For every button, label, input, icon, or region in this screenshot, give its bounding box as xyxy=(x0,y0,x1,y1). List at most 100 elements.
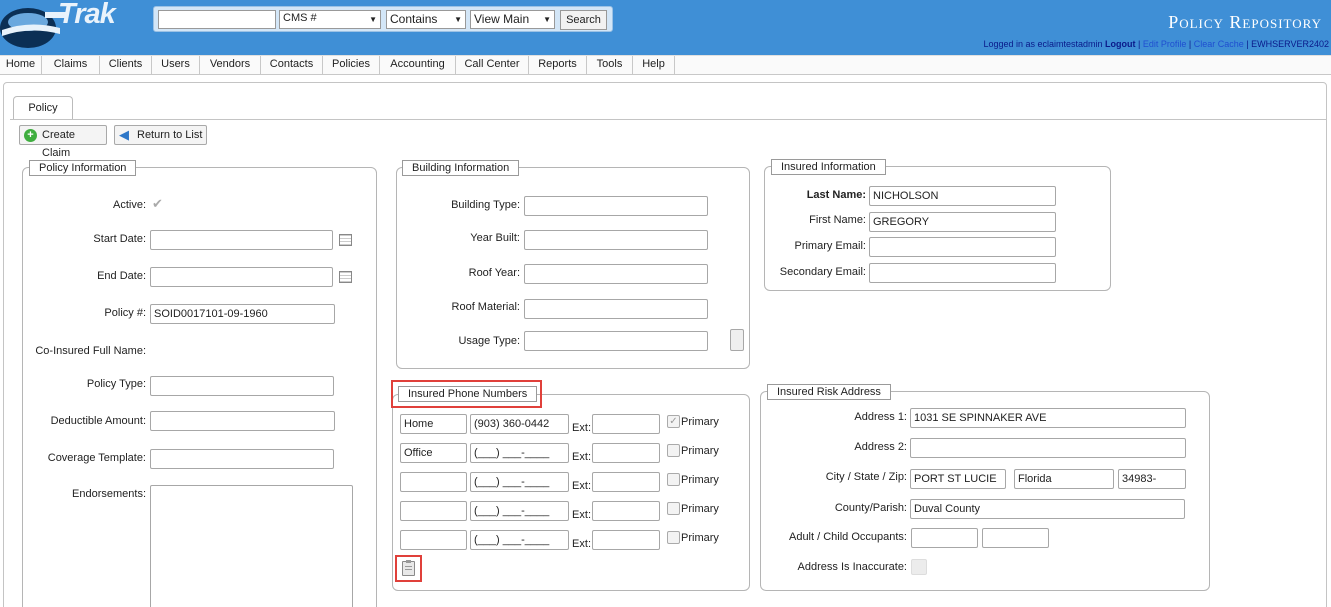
nav-reports[interactable]: Reports xyxy=(529,56,587,75)
primary-checkbox[interactable] xyxy=(667,502,680,515)
nav-policies[interactable]: Policies xyxy=(323,56,380,75)
address-inaccurate-checkbox[interactable] xyxy=(911,559,927,575)
roof-material-input[interactable] xyxy=(524,299,708,319)
calendar-icon[interactable] xyxy=(339,271,352,283)
address-inaccurate-label: Address Is Inaccurate: xyxy=(797,561,907,573)
plus-icon: + xyxy=(24,129,37,142)
secondary-email-label: Secondary Email: xyxy=(779,266,866,278)
phone-type-input[interactable]: Home xyxy=(400,414,467,434)
policy-number-input[interactable]: SOID0017101-09-1960 xyxy=(150,304,335,324)
phone-number-input[interactable]: (903) 360-0442 xyxy=(470,414,569,434)
policy-type-input[interactable] xyxy=(150,376,334,396)
nav-users[interactable]: Users xyxy=(152,56,200,75)
building-type-label: Building Type: xyxy=(451,199,520,211)
roof-year-input[interactable] xyxy=(524,264,708,284)
zip-input[interactable]: 34983- xyxy=(1118,469,1186,489)
primary-checkbox[interactable] xyxy=(667,531,680,544)
usage-type-input[interactable] xyxy=(524,331,708,351)
address1-label: Address 1: xyxy=(854,411,907,423)
server-name: EWHSERVER2402 xyxy=(1251,39,1329,49)
city-input[interactable]: PORT ST LUCIE xyxy=(910,469,1006,489)
start-date-input[interactable] xyxy=(150,230,333,250)
ext-input[interactable] xyxy=(592,472,660,492)
primary-email-label: Primary Email: xyxy=(794,240,866,252)
secondary-email-input[interactable] xyxy=(869,263,1056,283)
create-claim-button[interactable]: + Create Claim xyxy=(19,125,107,159)
endorsements-label: Endorsements: xyxy=(72,488,146,500)
search-button[interactable]: Search xyxy=(560,10,607,30)
adult-occupants-input[interactable] xyxy=(911,528,978,548)
chevron-down-icon: ▼ xyxy=(454,15,462,24)
child-occupants-input[interactable] xyxy=(982,528,1049,548)
phone-number-input[interactable]: (___) ___-____ xyxy=(470,530,569,550)
ext-label: Ext: xyxy=(572,422,591,434)
policy-number-label: Policy #: xyxy=(104,307,146,319)
end-date-label: End Date: xyxy=(97,270,146,282)
year-built-input[interactable] xyxy=(524,230,708,250)
start-date-label: Start Date: xyxy=(93,233,146,245)
primary-label: Primary xyxy=(681,445,719,457)
last-name-label: Last Name: xyxy=(806,189,866,201)
primary-checkbox[interactable] xyxy=(667,444,680,457)
primary-label: Primary xyxy=(681,532,719,544)
ext-input[interactable] xyxy=(592,501,660,521)
phone-type-input[interactable] xyxy=(400,472,467,492)
search-field-select[interactable]: CMS # ▼ xyxy=(279,10,381,29)
edit-profile-link[interactable]: Edit Profile xyxy=(1143,39,1187,49)
ext-label: Ext: xyxy=(572,509,591,521)
insured-information-legend: Insured Information xyxy=(771,159,886,175)
view-select[interactable]: View Main ▼ xyxy=(470,10,555,29)
clear-cache-link[interactable]: Clear Cache xyxy=(1194,39,1244,49)
end-date-input[interactable] xyxy=(150,267,333,287)
deductible-label: Deductible Amount: xyxy=(50,415,146,427)
nav-vendors[interactable]: Vendors xyxy=(200,56,261,75)
address1-input[interactable]: 1031 SE SPINNAKER AVE xyxy=(910,408,1186,428)
coverage-template-input[interactable] xyxy=(150,449,334,469)
nav-contacts[interactable]: Contacts xyxy=(261,56,323,75)
calendar-icon[interactable] xyxy=(339,234,352,246)
etrak-logo[interactable]: Trak xyxy=(0,0,140,55)
ext-input[interactable] xyxy=(592,443,660,463)
logout-link[interactable]: Logout xyxy=(1105,39,1136,49)
nav-call-center[interactable]: Call Center xyxy=(456,56,529,75)
phone-number-input[interactable]: (___) ___-____ xyxy=(470,472,569,492)
endorsements-textarea[interactable] xyxy=(150,485,353,607)
user-info: Logged in as eclaimtestadmin Logout | Ed… xyxy=(983,39,1329,49)
primary-checkbox[interactable]: ✓ xyxy=(667,415,680,428)
search-input[interactable] xyxy=(158,10,276,29)
ext-input[interactable] xyxy=(592,530,660,550)
phone-number-input[interactable]: (___) ___-____ xyxy=(470,501,569,521)
primary-email-input[interactable] xyxy=(869,237,1056,257)
address2-input[interactable] xyxy=(910,438,1186,458)
phone-type-input[interactable]: Office xyxy=(400,443,467,463)
nav-help[interactable]: Help xyxy=(633,56,675,75)
deductible-input[interactable] xyxy=(150,411,335,431)
nav-tools[interactable]: Tools xyxy=(587,56,633,75)
phone-type-input[interactable] xyxy=(400,501,467,521)
tab-policy[interactable]: Policy xyxy=(13,96,73,120)
nav-claims[interactable]: Claims xyxy=(42,56,100,75)
chevron-down-icon: ▼ xyxy=(369,15,377,24)
usage-type-dropdown-button[interactable] xyxy=(730,329,744,351)
county-input[interactable]: Duval County xyxy=(910,499,1185,519)
building-type-input[interactable] xyxy=(524,196,708,216)
phone-number-input[interactable]: (___) ___-____ xyxy=(470,443,569,463)
nav-clients[interactable]: Clients xyxy=(100,56,152,75)
search-operator-select[interactable]: Contains ▼ xyxy=(386,10,466,29)
nav-accounting[interactable]: Accounting xyxy=(380,56,456,75)
clipboard-icon[interactable] xyxy=(402,560,415,576)
return-to-list-label: Return to List xyxy=(137,129,203,141)
page-title: Policy Repository xyxy=(1168,12,1322,32)
phone-type-input[interactable] xyxy=(400,530,467,550)
last-name-input[interactable]: NICHOLSON xyxy=(869,186,1056,206)
return-to-list-button[interactable]: ◀ Return to List xyxy=(114,125,207,145)
arrow-left-icon: ◀ xyxy=(119,127,129,142)
nav-home[interactable]: Home xyxy=(0,56,42,75)
primary-checkbox[interactable] xyxy=(667,473,680,486)
active-checkbox[interactable]: ✔ xyxy=(151,197,164,211)
view-value: View Main xyxy=(474,12,530,26)
ext-input[interactable] xyxy=(592,414,660,434)
first-name-input[interactable]: GREGORY xyxy=(869,212,1056,232)
ext-label: Ext: xyxy=(572,538,591,550)
state-input[interactable]: Florida xyxy=(1014,469,1114,489)
